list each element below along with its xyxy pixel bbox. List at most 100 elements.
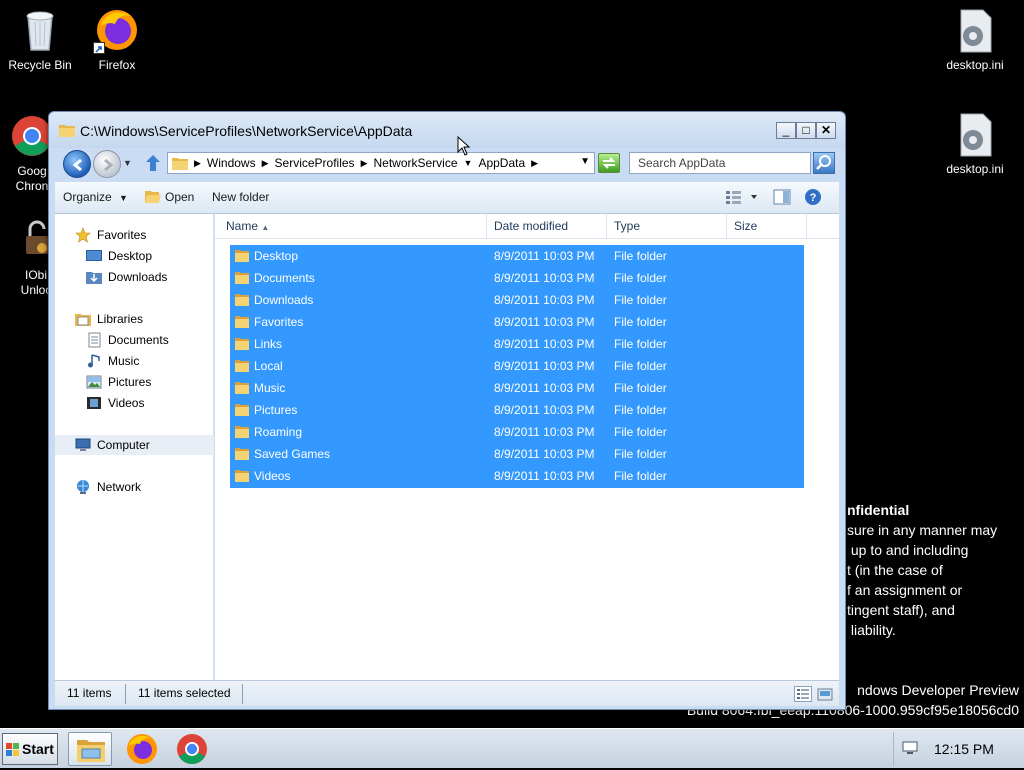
file-row-links[interactable]: Links 8/9/2011 10:03 PM File folder [230, 333, 804, 355]
change-view-button[interactable] [725, 188, 761, 206]
file-date-modified: 8/9/2011 10:03 PM [494, 293, 595, 307]
file-row-saved-games[interactable]: Saved Games 8/9/2011 10:03 PM File folder [230, 443, 804, 465]
maximize-button[interactable]: □ [796, 122, 816, 139]
settings-file-icon [951, 6, 999, 54]
back-button[interactable] [63, 150, 91, 178]
file-name: Saved Games [254, 447, 331, 461]
desktop-icon-firefox[interactable]: Firefox [77, 6, 157, 73]
minimize-button[interactable]: _ [776, 122, 796, 139]
breadcrumb-networkservice[interactable]: NetworkService [373, 156, 457, 170]
column-size[interactable]: Size [727, 214, 807, 239]
help-button[interactable]: ? [804, 188, 822, 206]
large-icons-view-button[interactable] [817, 686, 833, 702]
file-row-local[interactable]: Local 8/9/2011 10:03 PM File folder [230, 355, 804, 377]
nav-favorites[interactable]: Favorites [55, 225, 214, 245]
breadcrumb-chevron-icon[interactable]: ▼ [464, 158, 473, 168]
column-name[interactable]: Name ▲ [219, 214, 487, 239]
search-input[interactable]: Search AppData [629, 152, 811, 174]
nav-desktop[interactable]: Desktop [55, 246, 214, 266]
file-row-documents[interactable]: Documents 8/9/2011 10:03 PM File folder [230, 267, 804, 289]
desktop-icon-label: Firefox [98, 58, 136, 72]
nav-downloads[interactable]: Downloads [55, 267, 214, 287]
file-type: File folder [614, 425, 667, 439]
nav-pictures[interactable]: Pictures [55, 372, 214, 392]
details-view-button[interactable] [794, 686, 812, 702]
desktop-icon-desktop-ini[interactable]: desktop.ini [935, 110, 1015, 177]
breadcrumb-chevron-icon[interactable]: ▶ [194, 158, 201, 169]
folder-icon [59, 125, 75, 137]
open-label: Open [165, 190, 195, 204]
large-icons-view-icon [817, 688, 833, 701]
forward-button[interactable] [93, 150, 121, 178]
desktop-icon [86, 248, 102, 264]
address-bar[interactable]: ▶ Windows ▶ ServiceProfiles ▶ NetworkSer… [167, 152, 595, 174]
help-icon: ? [805, 189, 821, 205]
breadcrumb-appdata[interactable]: AppData [478, 156, 525, 170]
desktop-icon-recycle-bin[interactable]: Recycle Bin [0, 6, 80, 73]
taskbar-explorer-button[interactable] [68, 732, 112, 766]
start-button[interactable]: Start [2, 733, 58, 765]
file-date-modified: 8/9/2011 10:03 PM [494, 249, 595, 263]
folder-icon [235, 404, 249, 416]
desktop-icon-desktop-ini[interactable]: desktop.ini [935, 6, 1015, 73]
nav-network[interactable]: Network [55, 477, 214, 497]
folder-icon [172, 158, 188, 170]
column-type[interactable]: Type [607, 214, 727, 239]
file-row-desktop[interactable]: Desktop 8/9/2011 10:03 PM File folder [230, 245, 804, 267]
firefox-icon [127, 734, 157, 764]
file-row-music[interactable]: Music 8/9/2011 10:03 PM File folder [230, 377, 804, 399]
preview-pane-button[interactable] [773, 188, 791, 206]
watermark-line: up to and including [847, 542, 969, 558]
file-row-downloads[interactable]: Downloads 8/9/2011 10:03 PM File folder [230, 289, 804, 311]
pictures-icon [86, 374, 102, 390]
breadcrumb-chevron-icon[interactable]: ▶ [262, 158, 269, 169]
action-center-icon[interactable] [902, 741, 918, 755]
file-name: Downloads [254, 293, 314, 307]
file-date-modified: 8/9/2011 10:03 PM [494, 315, 595, 329]
file-type: File folder [614, 381, 667, 395]
recent-locations-dropdown[interactable]: ▼ [123, 158, 132, 168]
nav-label: Videos [108, 396, 145, 410]
status-divider [242, 684, 243, 704]
breadcrumb-windows[interactable]: Windows [207, 156, 256, 170]
organize-button[interactable]: Organize ▼ [63, 190, 128, 204]
breadcrumb-chevron-icon[interactable]: ▶ [531, 158, 538, 169]
status-bar: 11 items 11 items selected [55, 680, 839, 706]
nav-documents[interactable]: Documents [55, 330, 214, 350]
file-row-pictures[interactable]: Pictures 8/9/2011 10:03 PM File folder [230, 399, 804, 421]
breadcrumb-serviceprofiles[interactable]: ServiceProfiles [275, 156, 355, 170]
refresh-button[interactable] [598, 153, 620, 173]
file-row-videos[interactable]: Videos 8/9/2011 10:03 PM File folder [230, 465, 804, 487]
videos-icon [86, 395, 102, 411]
nav-libraries[interactable]: Libraries [55, 309, 214, 329]
watermark-line: tingent staff), and [847, 602, 955, 618]
nav-computer[interactable]: Computer [55, 435, 214, 455]
search-button[interactable] [813, 152, 835, 174]
watermark-line: f an assignment or [847, 582, 963, 598]
up-arrow-icon[interactable] [145, 154, 161, 172]
folder-icon [235, 382, 249, 394]
music-icon [86, 353, 102, 369]
taskbar-chrome-button[interactable] [170, 732, 214, 766]
taskbar-firefox-button[interactable] [120, 732, 164, 766]
clock[interactable]: 12:15 PM [934, 741, 994, 757]
file-row-favorites[interactable]: Favorites 8/9/2011 10:03 PM File folder [230, 311, 804, 333]
window-title: C:\Windows\ServiceProfiles\NetworkServic… [80, 123, 413, 139]
address-history-dropdown[interactable]: ▼ [580, 156, 590, 167]
file-row-roaming[interactable]: Roaming 8/9/2011 10:03 PM File folder [230, 421, 804, 443]
new-folder-button[interactable]: New folder [212, 190, 269, 204]
selected-count: 11 items selected [138, 686, 231, 700]
file-type: File folder [614, 447, 667, 461]
file-name: Links [254, 337, 283, 351]
navigation-bar: ▼ ▶ Windows ▶ ServiceProfiles ▶ NetworkS… [55, 148, 839, 178]
nav-music[interactable]: Music [55, 351, 214, 371]
open-button[interactable]: Open [145, 190, 194, 204]
nav-label: Favorites [97, 228, 147, 242]
breadcrumb-chevron-icon[interactable]: ▶ [361, 158, 368, 169]
system-tray: 12:15 PM [893, 732, 1021, 766]
desktop-icon-label: desktop.ini [946, 162, 1004, 176]
close-button[interactable]: ✕ [816, 122, 836, 139]
title-bar[interactable]: C:\Windows\ServiceProfiles\NetworkServic… [49, 112, 845, 148]
column-date-modified[interactable]: Date modified [487, 214, 607, 239]
nav-videos[interactable]: Videos [55, 393, 214, 413]
